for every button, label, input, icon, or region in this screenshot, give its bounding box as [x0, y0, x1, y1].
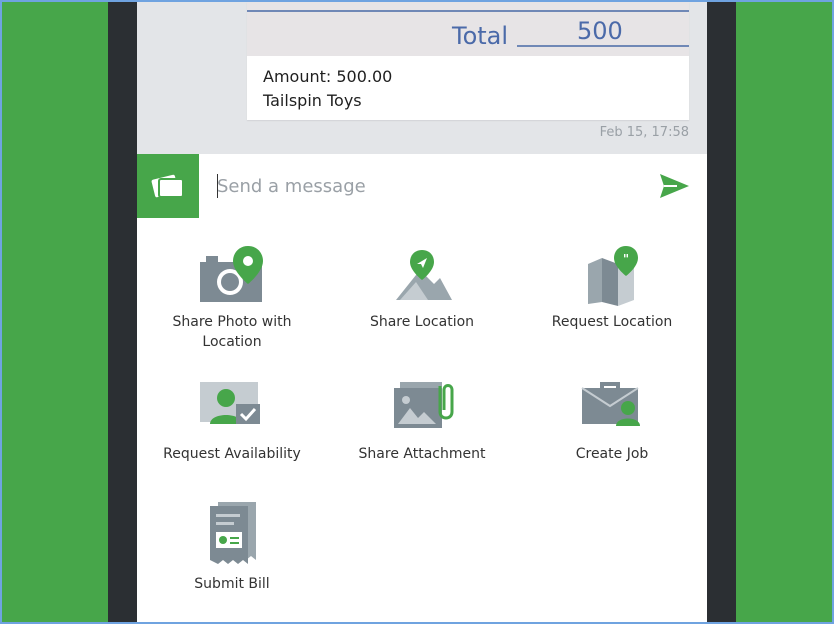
message-composer [137, 154, 707, 218]
action-label: Share Photo with Location [172, 314, 292, 350]
svg-text:": " [623, 252, 629, 266]
camera-location-icon [200, 246, 263, 302]
send-button[interactable] [655, 168, 695, 204]
action-label: Create Job [575, 446, 649, 462]
message-amount: Amount: 500.00 [263, 67, 393, 86]
action-request-availability[interactable]: Request Availability [137, 378, 327, 474]
message-timestamp: Feb 15, 17:58 [599, 125, 689, 140]
receipt-image: Total 500 [247, 2, 689, 56]
map-request-icon: " [588, 246, 638, 306]
attachment-icon [394, 382, 454, 428]
receipt-total-underline [517, 45, 689, 47]
chat-screen: Total 500 Amount: 500.00 Tailspin Toys F… [137, 2, 707, 622]
bill-icon [210, 502, 256, 564]
message-card[interactable]: Total 500 Amount: 500.00 Tailspin Toys [247, 2, 689, 120]
message-input[interactable] [217, 172, 637, 200]
receipt-total-value: 500 [577, 17, 623, 45]
text-caret [217, 174, 218, 198]
action-share-attachment[interactable]: Share Attachment [327, 378, 517, 474]
action-share-location[interactable]: Share Location [327, 244, 517, 354]
chat-messages: Total 500 Amount: 500.00 Tailspin Toys F… [137, 2, 707, 154]
receipt-line [247, 10, 689, 12]
action-submit-bill[interactable]: Submit Bill [137, 502, 327, 598]
availability-icon [200, 382, 260, 424]
map-pin-icon [396, 250, 452, 300]
action-label: Share Location [369, 314, 475, 330]
action-label: Request Location [551, 314, 673, 330]
frame: Total 500 Amount: 500.00 Tailspin Toys F… [0, 0, 834, 624]
message-merchant: Tailspin Toys [263, 91, 362, 110]
receipt-total-label: Total [452, 22, 509, 50]
action-share-photo-location[interactable]: Share Photo with Location [137, 244, 327, 354]
action-label: Submit Bill [194, 576, 270, 592]
action-label: Request Availability [163, 446, 301, 462]
attachments-toggle-button[interactable] [137, 154, 199, 218]
action-create-job[interactable]: Create Job [517, 378, 707, 474]
cards-icon [151, 174, 184, 198]
quick-actions-grid: Share Photo with Location Share Location [137, 218, 707, 622]
briefcase-icon [581, 382, 640, 426]
action-label: Share Attachment [358, 446, 486, 462]
send-icon [660, 174, 689, 198]
action-request-location[interactable]: " Request Location [517, 244, 707, 354]
